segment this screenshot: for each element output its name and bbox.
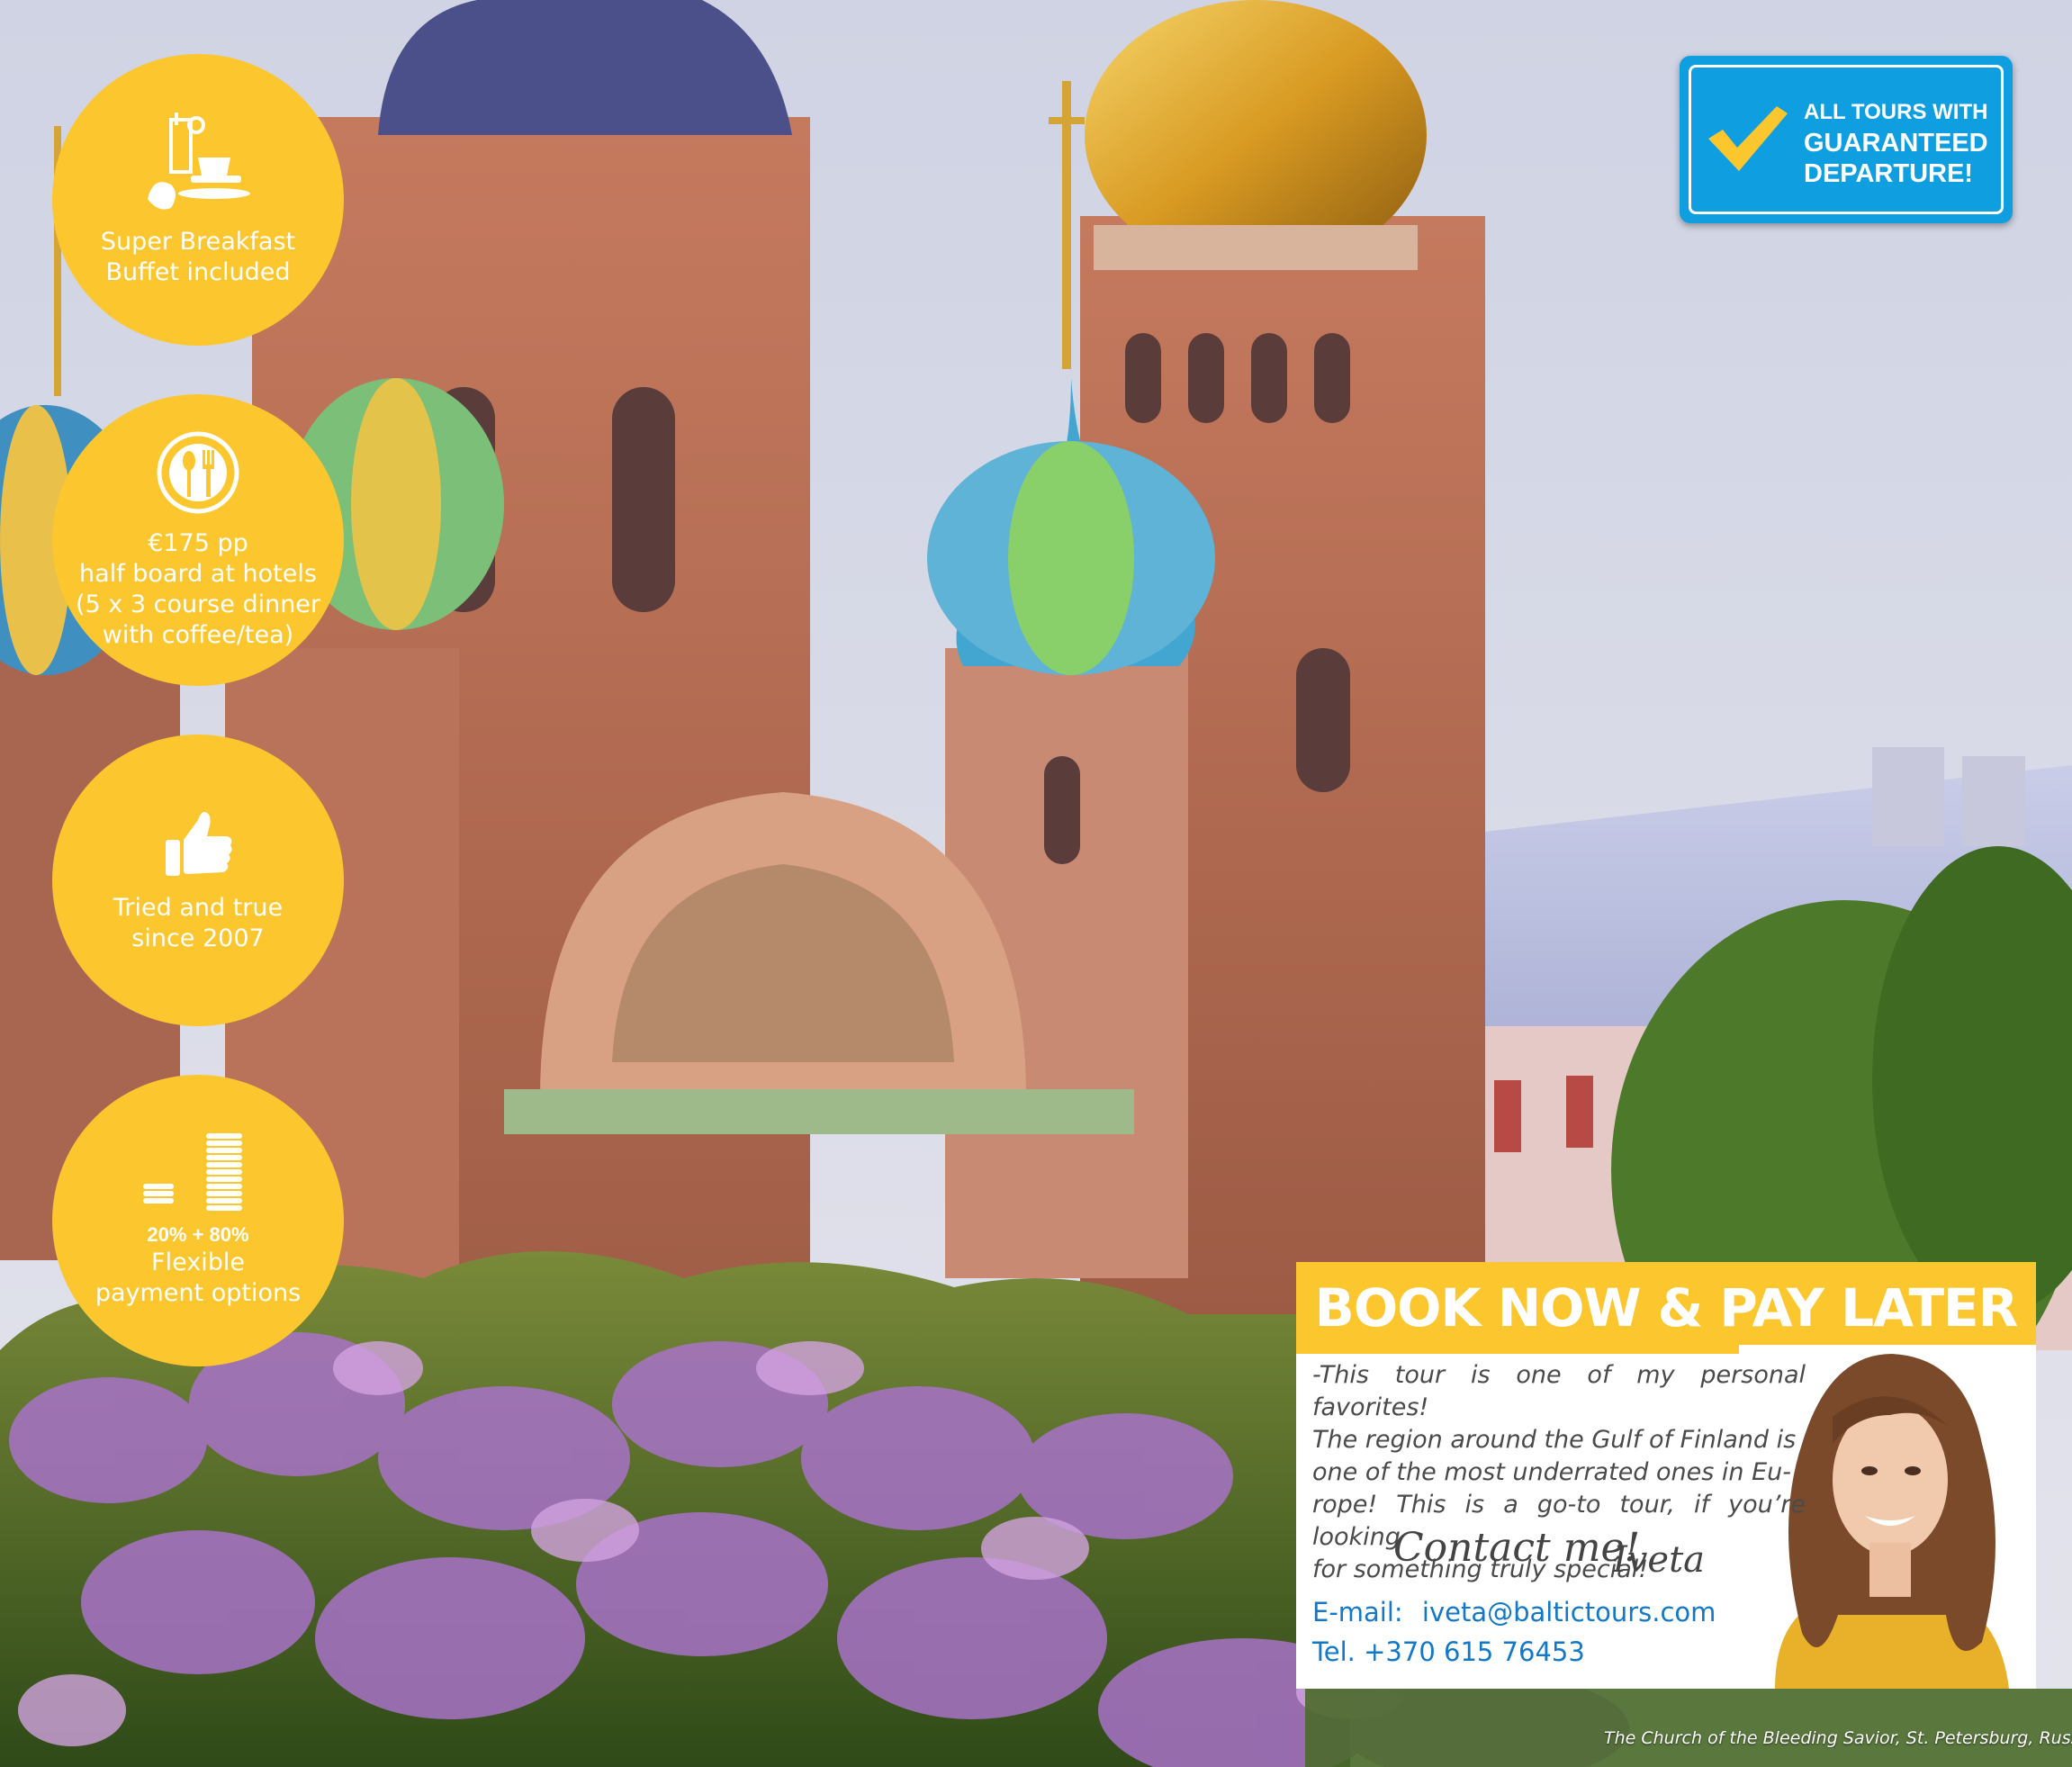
payment-feature: 20% + 80% Flexible payment options: [52, 1075, 344, 1366]
badge-line-3: DEPARTURE!: [1804, 159, 1973, 188]
book-now-panel: BOOK NOW & PAY LATER -This tour is one o…: [1296, 1262, 2036, 1689]
checkmark-icon: [1705, 101, 1791, 179]
signature: Iveta: [1613, 1539, 1705, 1581]
badge-line-2: GUARANTEED: [1804, 129, 1988, 158]
email-link[interactable]: iveta@baltictours.com: [1422, 1597, 1716, 1627]
email-label: E-mail:: [1312, 1597, 1403, 1627]
quote-line: -This tour is one of my personal favorit…: [1312, 1361, 1806, 1421]
feature-line: (5 x 3 course dinner: [75, 590, 321, 618]
feature-line: Super Breakfast: [100, 227, 296, 256]
quote-line: The region around the Gulf of Finland is: [1312, 1426, 1797, 1454]
coins-icon: [140, 1132, 257, 1222]
contact-me-text: Contact me!: [1393, 1525, 1641, 1571]
guaranteed-departure-badge: ALL TOURS WITH GUARANTEED DEPARTURE!: [1680, 56, 2013, 223]
quote-line: one of the most underrated ones in Eu-: [1312, 1458, 1792, 1486]
payment-split: 20% + 80%: [147, 1222, 249, 1246]
badge-line-1: ALL TOURS WITH: [1804, 100, 1988, 124]
tried-and-true-feature: Tried and true since 2007: [52, 735, 344, 1026]
half-board-feature: €175 pp half board at hotels (5 x 3 cour…: [52, 394, 344, 686]
feature-line: Buffet included: [105, 257, 291, 286]
feature-line: since 2007: [131, 924, 265, 952]
book-now-title: BOOK NOW & PAY LATER: [1296, 1262, 2036, 1354]
thumbs-up-icon: [162, 807, 234, 888]
breakfast-feature: Super Breakfast Buffet included: [52, 54, 344, 346]
phone-link[interactable]: Tel. +370 615 76453: [1312, 1636, 1585, 1667]
feature-line: Flexible: [151, 1248, 245, 1276]
feature-line: Tried and true: [113, 893, 284, 922]
phone-row: Tel. +370 615 76453: [1312, 1636, 1585, 1667]
feature-line: payment options: [95, 1278, 302, 1307]
feature-line: half board at hotels: [79, 559, 317, 588]
breakfast-icon: [144, 112, 252, 221]
photo-caption: The Church of the Bleeding Savior, St. P…: [1604, 1728, 2072, 1748]
email-row: E-mail: iveta@baltictours.com: [1312, 1597, 1716, 1627]
dining-plate-icon: [156, 430, 240, 523]
feature-line: with coffee/tea): [102, 620, 294, 649]
feature-line: €175 pp: [148, 528, 248, 557]
